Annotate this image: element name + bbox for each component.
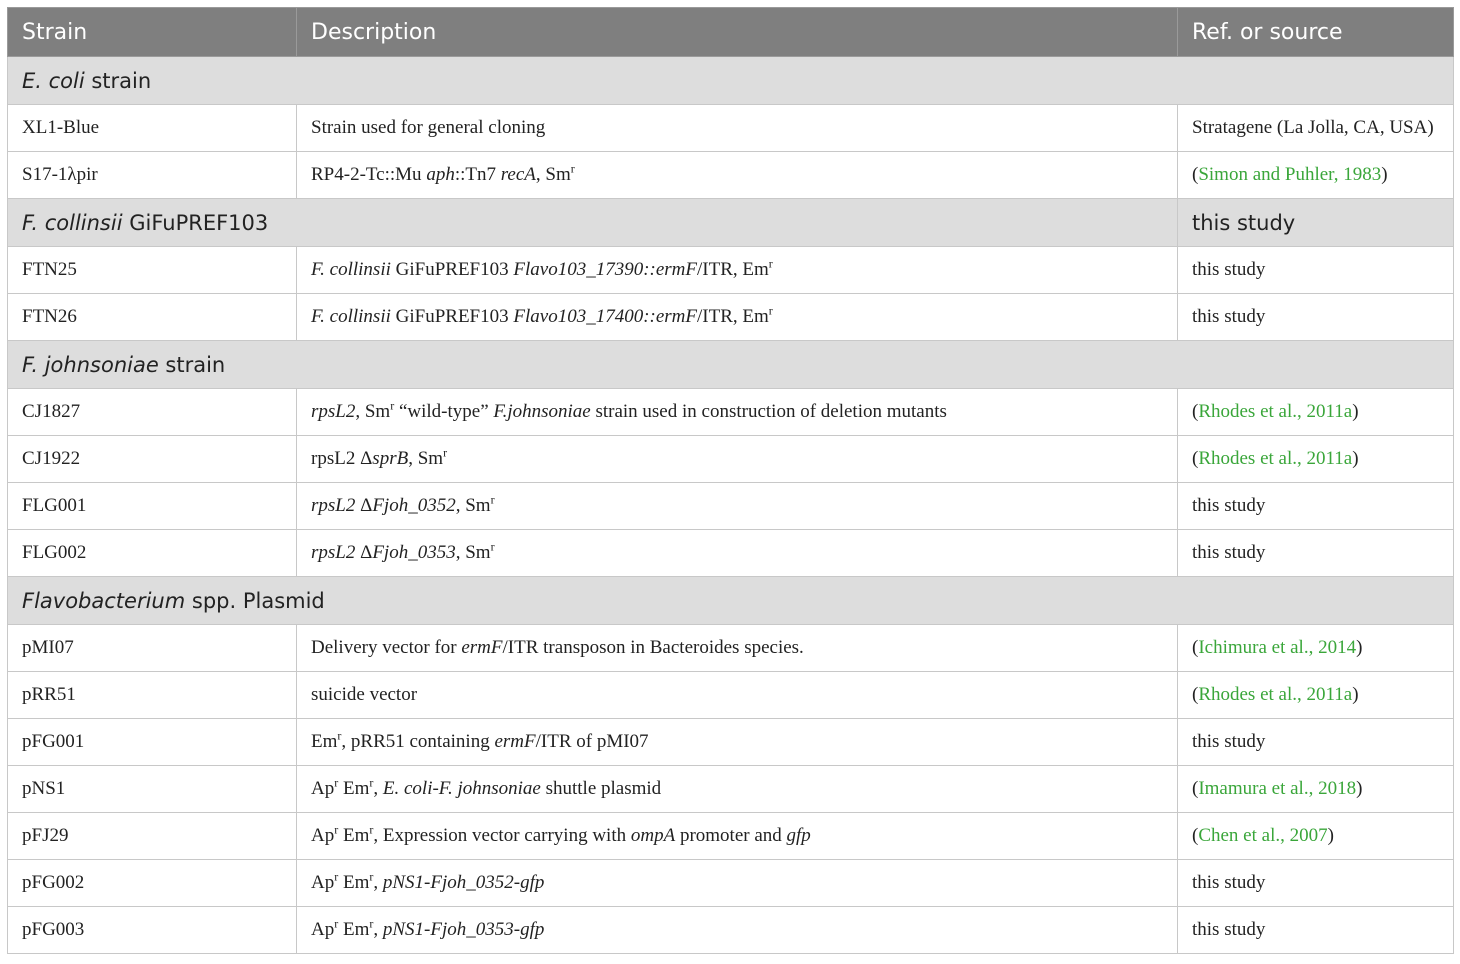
- description-cell: rpsL2 ΔsprB, Smr: [296, 435, 1178, 483]
- ref-cell: this study: [1177, 529, 1454, 577]
- table-row: pRR51 suicide vector (Rhodes et al., 201…: [7, 671, 1454, 719]
- ref-cell: (Rhodes et al., 2011a): [1177, 435, 1454, 483]
- description-cell: Strain used for general cloning: [296, 104, 1178, 152]
- strain-cell: CJ1827: [7, 388, 297, 436]
- ref-cell: (Rhodes et al., 2011a): [1177, 671, 1454, 719]
- strain-cell: XL1-Blue: [7, 104, 297, 152]
- strain-cell: pFJ29: [7, 812, 297, 860]
- description-cell: rpsL2 ΔFjoh_0352, Smr: [296, 482, 1178, 530]
- table-row: XL1-Blue Strain used for general cloning…: [7, 104, 1454, 152]
- ref-cell: (Imamura et al., 2018): [1177, 765, 1454, 813]
- strain-cell: FLG001: [7, 482, 297, 530]
- description-cell: suicide vector: [296, 671, 1178, 719]
- ref-cell: Stratagene (La Jolla, CA, USA): [1177, 104, 1454, 152]
- description-cell: Emr, pRR51 containing ermF/ITR of pMI07: [296, 718, 1178, 766]
- ref-cell: this study: [1177, 906, 1454, 954]
- strain-cell: CJ1922: [7, 435, 297, 483]
- strain-cell: FTN25: [7, 246, 297, 294]
- section-row-fjohnsoniae: F. johnsoniae strain: [7, 340, 1454, 389]
- table-row: pFG003 Apr Emr, pNS1-Fjoh_0353-gfp this …: [7, 906, 1454, 954]
- strain-cell: S17-1λpir: [7, 151, 297, 199]
- section-row-ecoli: E. coli strain: [7, 56, 1454, 105]
- table-row: pNS1 Apr Emr, E. coli-F. johnsoniae shut…: [7, 765, 1454, 813]
- section-ref: this study: [1177, 198, 1454, 247]
- description-cell: F. collinsii GiFuPREF103 Flavo103_17390:…: [296, 246, 1178, 294]
- ref-cell: (Simon and Puhler, 1983): [1177, 151, 1454, 199]
- section-title: F. johnsoniae strain: [7, 340, 1454, 389]
- strain-cell: FLG002: [7, 529, 297, 577]
- strain-cell: pRR51: [7, 671, 297, 719]
- section-row-fcollinsii: F. collinsii GiFuPREF103 this study: [7, 198, 1454, 247]
- description-cell: Apr Emr, pNS1-Fjoh_0353-gfp: [296, 906, 1178, 954]
- section-title: E. coli strain: [7, 56, 1454, 105]
- strain-table: Strain Description Ref. or source E. col…: [7, 7, 1454, 954]
- header-strain: Strain: [7, 7, 297, 57]
- strain-cell: FTN26: [7, 293, 297, 341]
- ref-cell: this study: [1177, 293, 1454, 341]
- description-cell: rpsL2 ΔFjoh_0353, Smr: [296, 529, 1178, 577]
- header-description: Description: [296, 7, 1178, 57]
- strain-cell: pMI07: [7, 624, 297, 672]
- strain-cell: pNS1: [7, 765, 297, 813]
- table-row: FTN25 F. collinsii GiFuPREF103 Flavo103_…: [7, 246, 1454, 294]
- reference-link[interactable]: Ichimura et al., 2014: [1198, 637, 1356, 658]
- table-header-row: Strain Description Ref. or source: [7, 7, 1454, 57]
- reference-link[interactable]: Imamura et al., 2018: [1198, 778, 1356, 799]
- strain-cell: pFG001: [7, 718, 297, 766]
- description-cell: Apr Emr, Expression vector carrying with…: [296, 812, 1178, 860]
- table-row: FTN26 F. collinsii GiFuPREF103 Flavo103_…: [7, 293, 1454, 341]
- ref-cell: (Rhodes et al., 2011a): [1177, 388, 1454, 436]
- table-row: S17-1λpir RP4-2-Tc::Mu aph::Tn7 recA, Sm…: [7, 151, 1454, 199]
- section-title: F. collinsii GiFuPREF103: [7, 198, 1178, 247]
- ref-cell: (Ichimura et al., 2014): [1177, 624, 1454, 672]
- strain-table-container: Strain Description Ref. or source E. col…: [7, 7, 1454, 954]
- strain-cell: pFG003: [7, 906, 297, 954]
- ref-cell: this study: [1177, 482, 1454, 530]
- table-row: pFG001 Emr, pRR51 containing ermF/ITR of…: [7, 718, 1454, 766]
- table-row: pFG002 Apr Emr, pNS1-Fjoh_0352-gfp this …: [7, 859, 1454, 907]
- table-row: CJ1827 rpsL2, Smr “wild-type” F.johnsoni…: [7, 388, 1454, 436]
- ref-cell: this study: [1177, 246, 1454, 294]
- description-cell: F. collinsii GiFuPREF103 Flavo103_17400:…: [296, 293, 1178, 341]
- description-cell: Apr Emr, pNS1-Fjoh_0352-gfp: [296, 859, 1178, 907]
- ref-cell: this study: [1177, 859, 1454, 907]
- ref-cell: this study: [1177, 718, 1454, 766]
- reference-link[interactable]: Rhodes et al., 2011a: [1198, 684, 1352, 705]
- strain-cell: pFG002: [7, 859, 297, 907]
- ref-cell: (Chen et al., 2007): [1177, 812, 1454, 860]
- reference-link[interactable]: Rhodes et al., 2011a: [1198, 401, 1352, 422]
- reference-link[interactable]: Chen et al., 2007: [1198, 825, 1327, 846]
- description-cell: Delivery vector for ermF/ITR transposon …: [296, 624, 1178, 672]
- table-row: FLG001 rpsL2 ΔFjoh_0352, Smr this study: [7, 482, 1454, 530]
- section-row-flavobacterium: Flavobacterium spp. Plasmid: [7, 576, 1454, 625]
- header-ref: Ref. or source: [1177, 7, 1454, 57]
- section-title: Flavobacterium spp. Plasmid: [7, 576, 1454, 625]
- table-row: CJ1922 rpsL2 ΔsprB, Smr (Rhodes et al., …: [7, 435, 1454, 483]
- description-cell: Apr Emr, E. coli-F. johnsoniae shuttle p…: [296, 765, 1178, 813]
- description-cell: rpsL2, Smr “wild-type” F.johnsoniae stra…: [296, 388, 1178, 436]
- reference-link[interactable]: Rhodes et al., 2011a: [1198, 448, 1352, 469]
- description-cell: RP4-2-Tc::Mu aph::Tn7 recA, Smr: [296, 151, 1178, 199]
- table-row: pMI07 Delivery vector for ermF/ITR trans…: [7, 624, 1454, 672]
- table-row: pFJ29 Apr Emr, Expression vector carryin…: [7, 812, 1454, 860]
- table-row: FLG002 rpsL2 ΔFjoh_0353, Smr this study: [7, 529, 1454, 577]
- reference-link[interactable]: Simon and Puhler, 1983: [1198, 164, 1381, 185]
